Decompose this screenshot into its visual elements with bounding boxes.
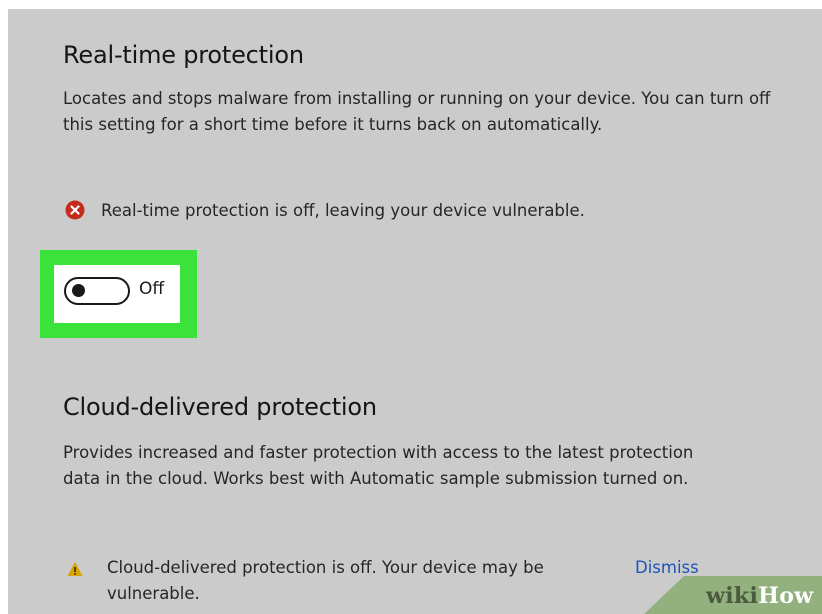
warning-triangle-icon <box>67 561 83 577</box>
cloud-warning-text: Cloud-delivered protection is off. Your … <box>107 558 544 603</box>
cloud-protection-title: Cloud-delivered protection <box>63 393 377 421</box>
toggle-knob <box>72 284 85 297</box>
wikihow-watermark: wikiHow <box>644 576 822 614</box>
realtime-status-row: Real-time protection is off, leaving you… <box>65 200 585 220</box>
cloud-protection-description: Provides increased and faster protection… <box>63 443 694 488</box>
realtime-protection-title: Real-time protection <box>63 41 304 69</box>
watermark-logo-text: wikiHow <box>706 583 814 609</box>
toggle-state-label: Off <box>139 279 165 299</box>
settings-panel: Real-time protection Locates and stops m… <box>8 9 822 614</box>
realtime-status-text: Real-time protection is off, leaving you… <box>101 200 585 220</box>
realtime-protection-description: Locates and stops malware from installin… <box>63 89 771 134</box>
error-circle-icon <box>65 200 85 220</box>
realtime-protection-toggle[interactable] <box>64 277 130 305</box>
